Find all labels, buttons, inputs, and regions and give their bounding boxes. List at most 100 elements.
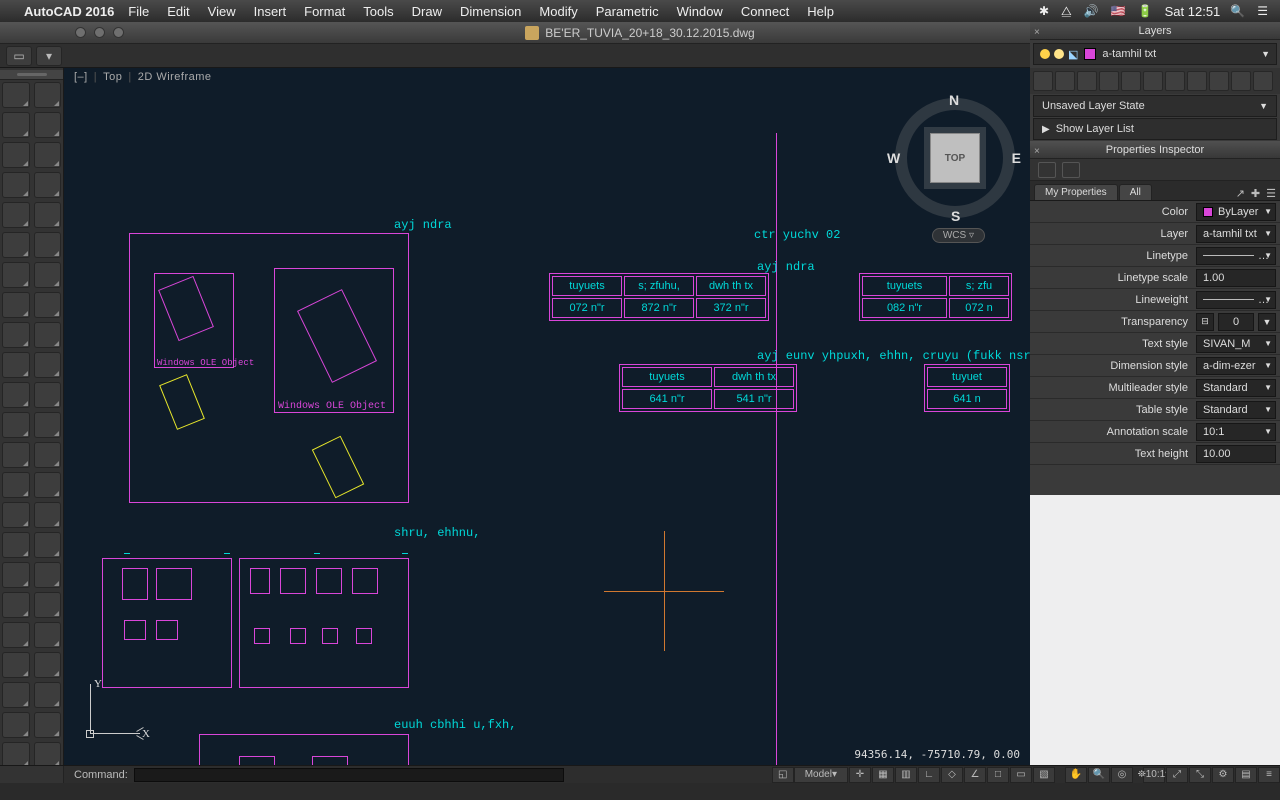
tool-button[interactable] xyxy=(2,622,30,648)
tool-button[interactable] xyxy=(34,562,62,588)
tool-button[interactable] xyxy=(34,262,62,288)
prop-linetype-scale[interactable]: Linetype scale1.00 xyxy=(1030,267,1280,289)
layer-tool-button[interactable] xyxy=(1165,71,1185,91)
qat-button[interactable]: ▾ xyxy=(36,46,62,66)
prop-transparency[interactable]: Transparency⊟0▼ xyxy=(1030,311,1280,333)
tool-button[interactable] xyxy=(34,592,62,618)
status-button[interactable]: ▤ xyxy=(1235,767,1257,783)
tool-button[interactable] xyxy=(34,502,62,528)
prop-layer[interactable]: Layera-tamhil txt▼ xyxy=(1030,223,1280,245)
ucs-icon[interactable]: X Y xyxy=(84,680,144,740)
tool-button[interactable] xyxy=(34,202,62,228)
status-button[interactable]: ▥ xyxy=(895,767,917,783)
command-input[interactable] xyxy=(134,768,564,782)
tool-button[interactable] xyxy=(34,442,62,468)
menu-edit[interactable]: Edit xyxy=(167,4,189,19)
clock[interactable]: Sat 12:51 xyxy=(1165,4,1221,19)
status-button[interactable]: ▭ xyxy=(1010,767,1032,783)
tool-button[interactable] xyxy=(2,472,30,498)
prop-mleader-style[interactable]: Multileader styleStandard▼ xyxy=(1030,377,1280,399)
layer-tool-button[interactable] xyxy=(1143,71,1163,91)
status-button[interactable]: ▧ xyxy=(1033,767,1055,783)
orbit-button[interactable]: ◎ xyxy=(1111,767,1133,783)
menu-format[interactable]: Format xyxy=(304,4,345,19)
props-config-icon[interactable]: ↗ xyxy=(1236,187,1245,200)
menu-tools[interactable]: Tools xyxy=(363,4,393,19)
layer-tool-button[interactable] xyxy=(1231,71,1251,91)
properties-panel-title[interactable]: ×Properties Inspector xyxy=(1030,141,1280,159)
tool-button[interactable] xyxy=(2,412,30,438)
menu-help[interactable]: Help xyxy=(807,4,834,19)
status-button[interactable]: ◱ xyxy=(772,767,794,783)
status-button[interactable]: □ xyxy=(987,767,1009,783)
tool-button[interactable] xyxy=(2,292,30,318)
tool-button[interactable] xyxy=(34,172,62,198)
tool-button[interactable] xyxy=(34,382,62,408)
status-button[interactable]: ✛ xyxy=(849,767,871,783)
wcs-dropdown[interactable]: WCS ▿ xyxy=(932,228,985,243)
tool-button[interactable] xyxy=(34,142,62,168)
annoscale-button[interactable]: ⛯ 10:1 ▾ xyxy=(1143,767,1165,783)
status-button[interactable]: ⤢ xyxy=(1166,767,1188,783)
tool-button[interactable] xyxy=(34,292,62,318)
layer-tool-button[interactable] xyxy=(1077,71,1097,91)
zoom-button[interactable]: 🔍 xyxy=(1088,767,1110,783)
prop-color[interactable]: ColorByLayer▼ xyxy=(1030,201,1280,223)
layer-tool-button[interactable] xyxy=(1253,71,1273,91)
prop-linetype[interactable]: Linetype…▼ xyxy=(1030,245,1280,267)
tool-button[interactable] xyxy=(2,562,30,588)
status-button[interactable]: ⤡ xyxy=(1189,767,1211,783)
spotlight-icon[interactable]: 🔍 xyxy=(1230,4,1245,18)
tool-button[interactable] xyxy=(34,322,62,348)
status-button[interactable]: ∠ xyxy=(964,767,986,783)
statusbar-menu[interactable]: ≡ xyxy=(1258,767,1280,783)
tool-button[interactable] xyxy=(2,202,30,228)
tool-button[interactable] xyxy=(34,112,62,138)
tool-button[interactable] xyxy=(2,682,30,708)
status-button[interactable]: ∟ xyxy=(918,767,940,783)
props-icon[interactable] xyxy=(1038,162,1056,178)
layer-tool-button[interactable] xyxy=(1209,71,1229,91)
prop-table-style[interactable]: Table styleStandard▼ xyxy=(1030,399,1280,421)
props-plus-icon[interactable]: ✚ xyxy=(1251,187,1260,200)
tool-button[interactable] xyxy=(34,82,62,108)
view-controls[interactable]: [–]|Top|2D Wireframe xyxy=(74,71,212,83)
prop-text-style[interactable]: Text styleSIVAN_M▼ xyxy=(1030,333,1280,355)
status-button[interactable]: ▦ xyxy=(872,767,894,783)
tool-button[interactable] xyxy=(2,112,30,138)
tool-button[interactable] xyxy=(2,502,30,528)
layer-state-dropdown[interactable]: Unsaved Layer State▼ xyxy=(1033,95,1277,117)
layer-tool-button[interactable] xyxy=(1121,71,1141,91)
tool-button[interactable] xyxy=(2,322,30,348)
tool-button[interactable] xyxy=(2,442,30,468)
status-button[interactable]: ⚙ xyxy=(1212,767,1234,783)
status-button[interactable]: ◇ xyxy=(941,767,963,783)
tool-button[interactable] xyxy=(34,352,62,378)
menu-window[interactable]: Window xyxy=(677,4,723,19)
tool-button[interactable] xyxy=(2,532,30,558)
prop-text-height[interactable]: Text height10.00 xyxy=(1030,443,1280,465)
wifi-icon[interactable]: ⧋ xyxy=(1061,4,1072,19)
tool-button[interactable] xyxy=(34,232,62,258)
tool-button[interactable] xyxy=(34,622,62,648)
menu-modify[interactable]: Modify xyxy=(539,4,577,19)
layer-tool-button[interactable] xyxy=(1187,71,1207,91)
layer-tool-button[interactable] xyxy=(1055,71,1075,91)
window-controls[interactable] xyxy=(75,27,124,38)
tool-button[interactable] xyxy=(34,712,62,738)
tool-button[interactable] xyxy=(2,382,30,408)
tool-button[interactable] xyxy=(34,652,62,678)
volume-icon[interactable]: 🔊 xyxy=(1084,4,1099,18)
layers-panel-title[interactable]: ×Layers xyxy=(1030,22,1280,40)
tool-button[interactable] xyxy=(2,172,30,198)
menu-file[interactable]: File xyxy=(128,4,149,19)
menu-view[interactable]: View xyxy=(208,4,236,19)
tool-button[interactable] xyxy=(2,352,30,378)
menu-draw[interactable]: Draw xyxy=(412,4,442,19)
tool-button[interactable] xyxy=(2,82,30,108)
tool-button[interactable] xyxy=(2,592,30,618)
tool-button[interactable] xyxy=(34,412,62,438)
tool-button[interactable] xyxy=(2,652,30,678)
layer-tool-button[interactable] xyxy=(1099,71,1119,91)
props-icon[interactable] xyxy=(1062,162,1080,178)
